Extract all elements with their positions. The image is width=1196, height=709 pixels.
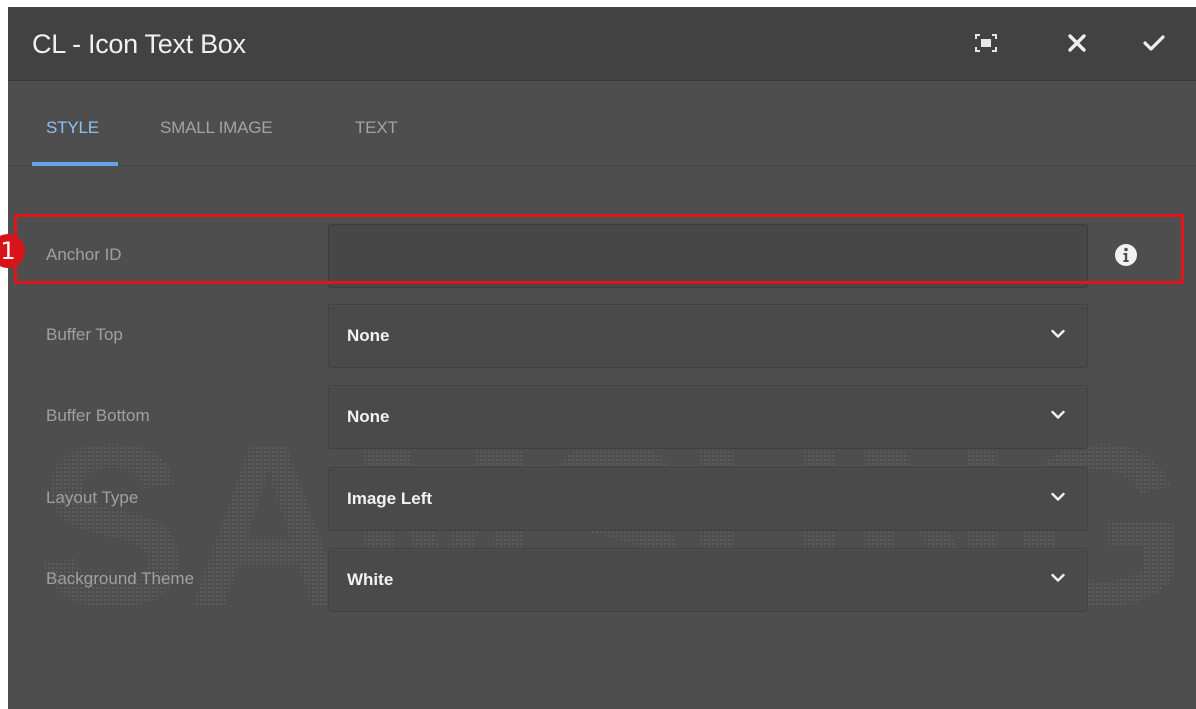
anchor-id-input[interactable] — [328, 224, 1088, 288]
dialog: CL - Icon Text Box STYLE SMALL IMAGE TEX… — [8, 7, 1196, 709]
confirm-button[interactable] — [1138, 27, 1170, 59]
layout-type-select[interactable]: Image Left — [328, 467, 1088, 531]
background-theme-select[interactable]: White — [328, 548, 1088, 612]
layout-type-value: Image Left — [347, 489, 433, 508]
close-button[interactable] — [1061, 27, 1093, 59]
background-theme-row: Background Theme White — [8, 548, 1196, 612]
buffer-top-select[interactable]: None — [328, 304, 1088, 368]
buffer-bottom-select[interactable]: None — [328, 385, 1088, 449]
check-icon — [1143, 35, 1165, 51]
active-tab-indicator — [32, 162, 118, 166]
info-icon[interactable] — [1114, 243, 1138, 267]
buffer-bottom-label: Buffer Bottom — [46, 406, 150, 425]
buffer-top-value: None — [347, 326, 390, 345]
chevron-down-icon — [1051, 492, 1065, 501]
buffer-bottom-value: None — [347, 407, 390, 426]
buffer-top-label: Buffer Top — [46, 325, 123, 344]
layout-type-label: Layout Type — [46, 488, 139, 507]
layout-type-row: Layout Type Image Left — [8, 467, 1196, 531]
chevron-down-icon — [1051, 410, 1065, 419]
chevron-down-icon — [1051, 329, 1065, 338]
close-icon — [1068, 34, 1086, 52]
fullscreen-icon — [975, 34, 997, 52]
dialog-title: CL - Icon Text Box — [32, 29, 246, 59]
fullscreen-button[interactable] — [970, 27, 1002, 59]
chevron-down-icon — [1051, 573, 1065, 582]
buffer-bottom-row: Buffer Bottom None — [8, 385, 1196, 449]
background-theme-value: White — [347, 570, 394, 589]
anchor-id-row: Anchor ID — [8, 224, 1196, 288]
tab-small-image[interactable]: SMALL IMAGE — [160, 118, 273, 138]
tab-bar: STYLE SMALL IMAGE TEXT — [8, 82, 1196, 166]
dialog-titlebar: CL - Icon Text Box — [8, 7, 1196, 81]
background-theme-label: Background Theme — [46, 569, 195, 588]
anchor-id-label: Anchor ID — [46, 245, 122, 264]
tab-style[interactable]: STYLE — [46, 118, 99, 138]
buffer-top-row: Buffer Top None — [8, 304, 1196, 368]
tab-text[interactable]: TEXT — [355, 118, 398, 138]
